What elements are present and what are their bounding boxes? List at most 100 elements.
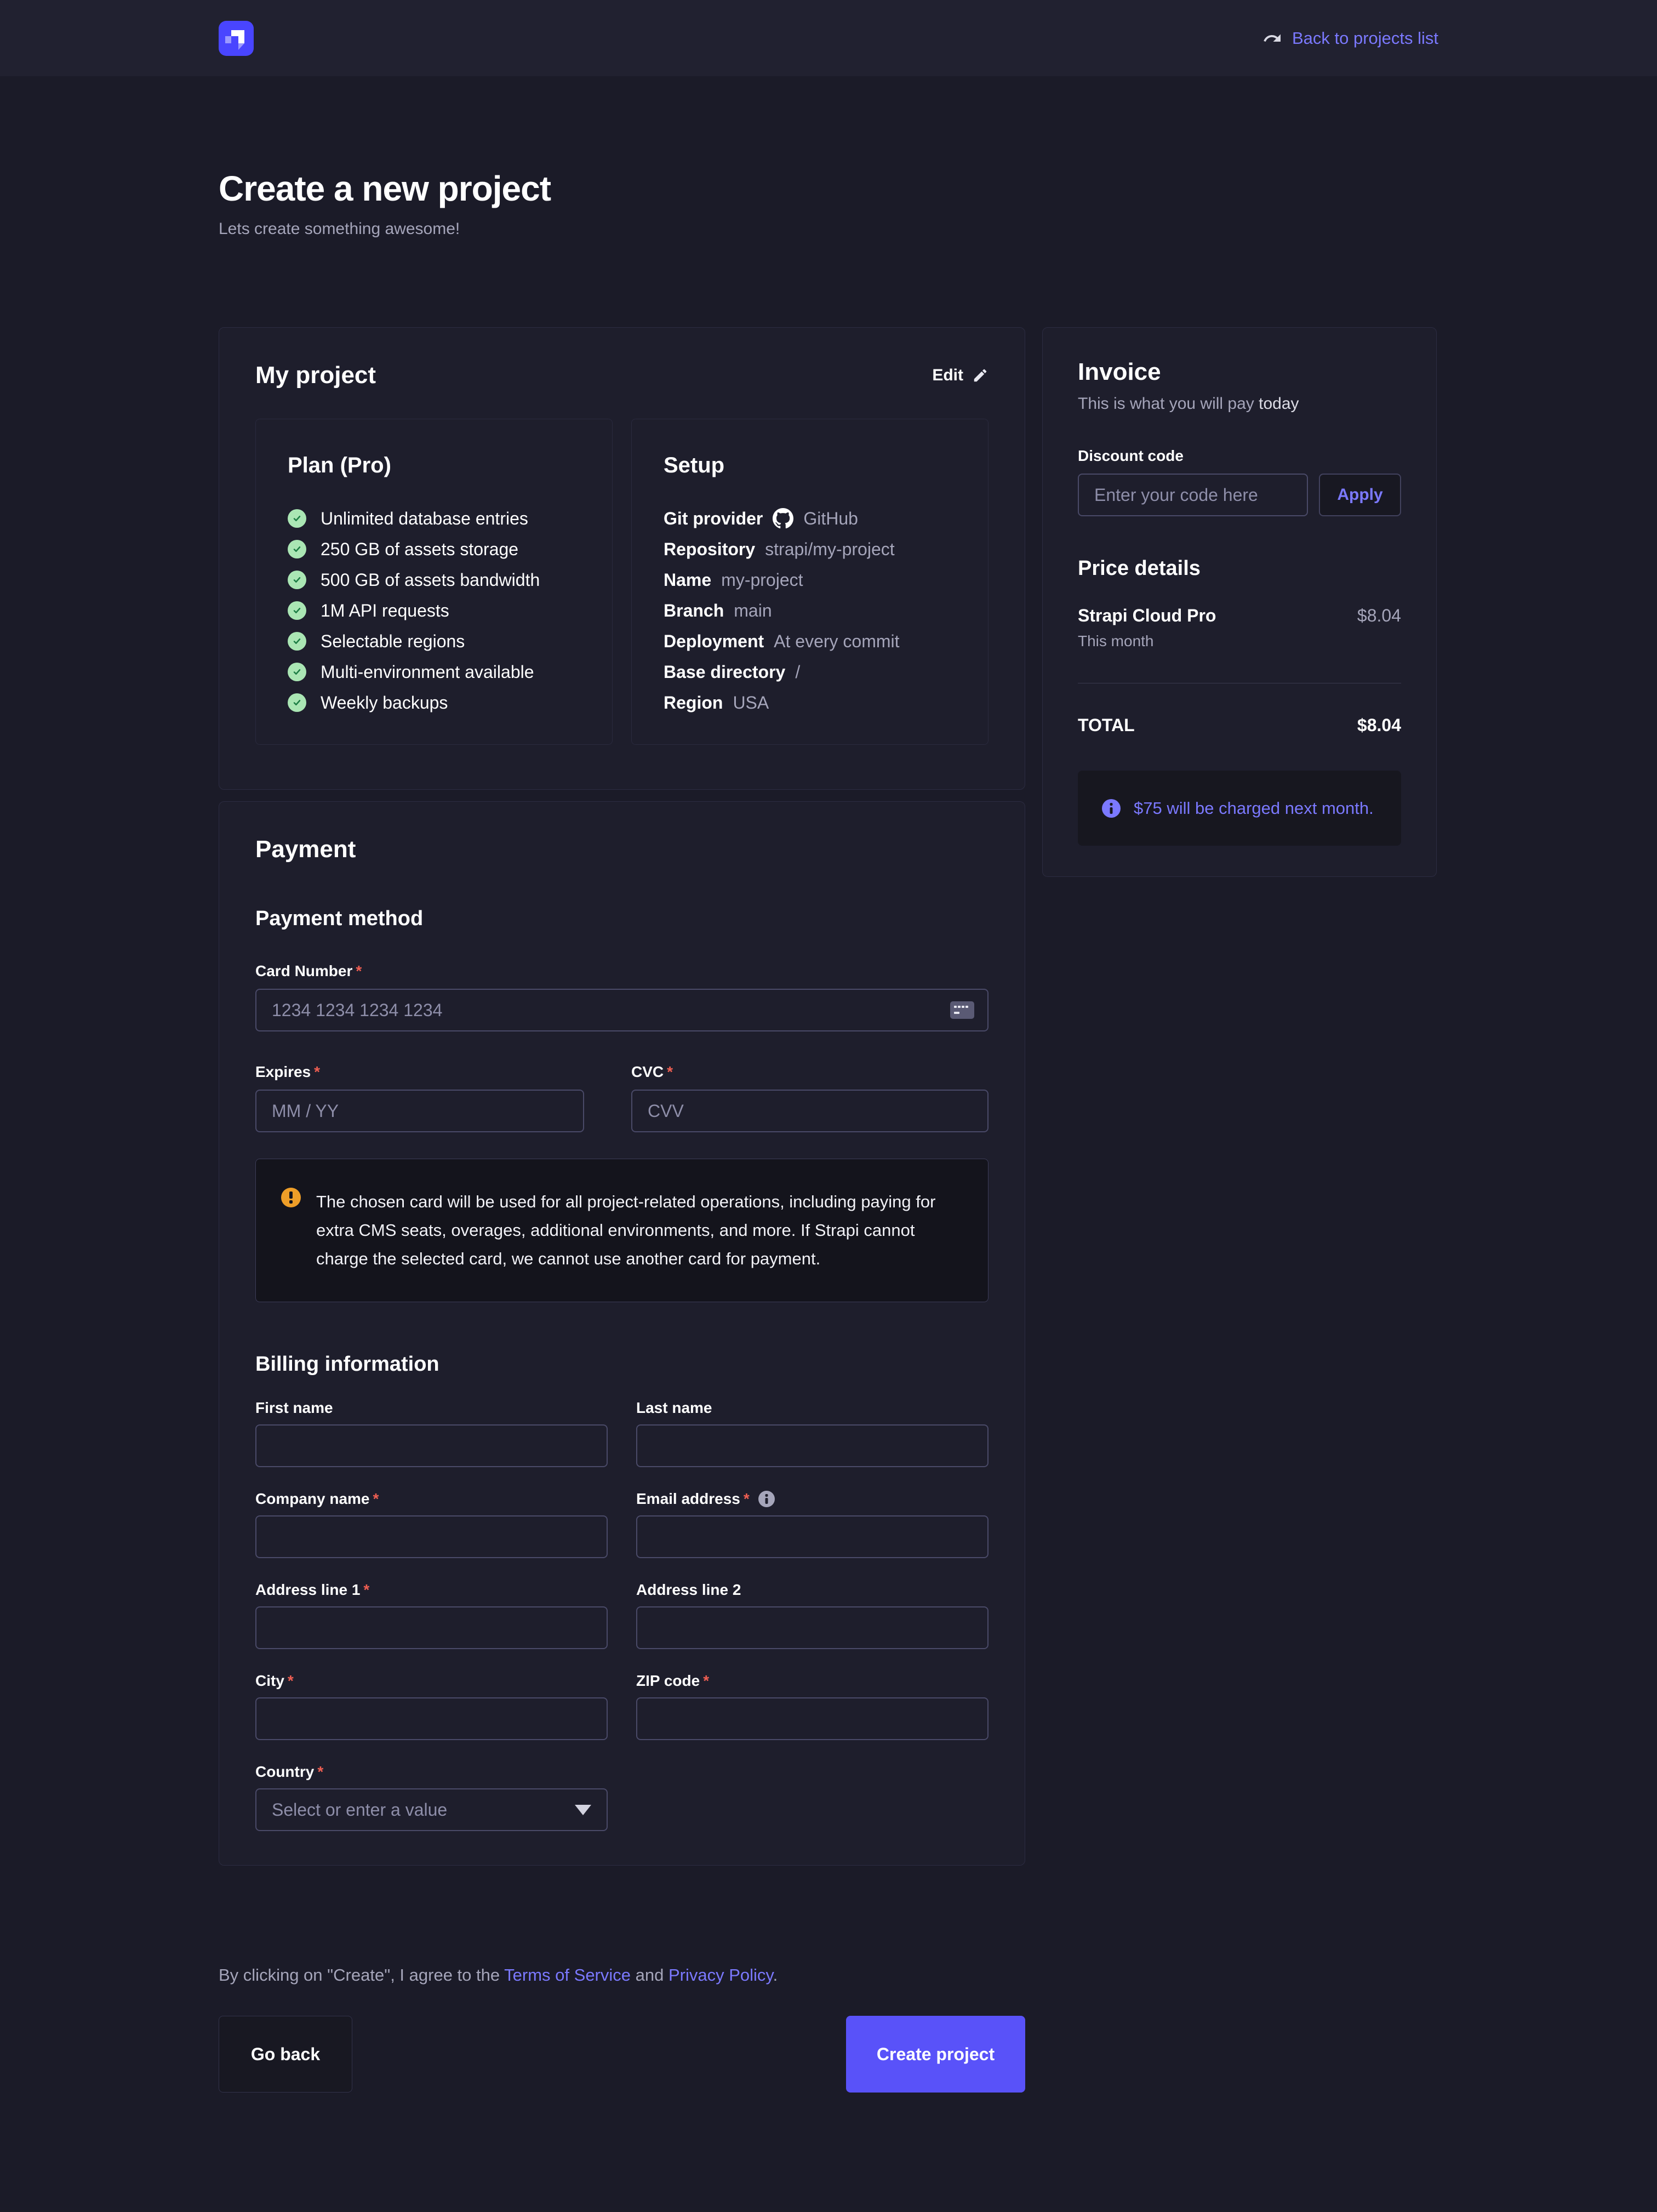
- country-label: Country*: [255, 1763, 608, 1781]
- setup-value: At every commit: [774, 631, 899, 652]
- plan-feature-label: Multi-environment available: [321, 662, 534, 682]
- billing-title: Billing information: [255, 1353, 989, 1376]
- privacy-policy-link[interactable]: Privacy Policy: [668, 1965, 773, 1985]
- back-to-projects-link[interactable]: Back to projects list: [1262, 28, 1438, 48]
- warning-text: The chosen card will be used for all pro…: [316, 1188, 963, 1273]
- required-asterisk: *: [317, 1763, 323, 1781]
- country-select[interactable]: Select or enter a value: [255, 1788, 608, 1831]
- setup-title: Setup: [664, 453, 956, 478]
- credit-card-icon: [950, 1001, 974, 1019]
- plan-box: Plan (Pro) Unlimited database entries 25…: [255, 419, 613, 745]
- price-item-name: Strapi Cloud Pro: [1078, 606, 1216, 626]
- my-project-card: My project Edit Plan (Pro): [219, 327, 1025, 790]
- setup-label: Region: [664, 693, 723, 713]
- required-asterisk: *: [363, 1581, 369, 1599]
- plan-feature-label: 1M API requests: [321, 601, 449, 621]
- setup-value: GitHub: [803, 509, 858, 529]
- check-icon: [288, 632, 306, 651]
- first-name-label: First name: [255, 1399, 608, 1417]
- cvc-label: CVC*: [631, 1063, 989, 1081]
- address-line1-label: Address line 1*: [255, 1581, 608, 1599]
- total-label: TOTAL: [1078, 715, 1135, 736]
- required-asterisk: *: [667, 1063, 673, 1081]
- email-address-input[interactable]: [636, 1515, 989, 1558]
- required-asterisk: *: [373, 1490, 379, 1508]
- required-asterisk: *: [288, 1672, 294, 1690]
- payment-method-title: Payment method: [255, 907, 989, 931]
- plan-title: Plan (Pro): [288, 453, 580, 478]
- setup-row-branch: Branch main: [664, 595, 956, 626]
- plan-feature: 1M API requests: [288, 595, 580, 626]
- check-icon: [288, 693, 306, 712]
- go-back-button[interactable]: Go back: [219, 2016, 352, 2093]
- expires-input[interactable]: [255, 1090, 584, 1132]
- top-bar: Back to projects list: [0, 0, 1657, 76]
- next-month-note: $75 will be charged next month.: [1078, 771, 1401, 846]
- card-number-input[interactable]: [255, 989, 989, 1031]
- address-line2-input[interactable]: [636, 1606, 989, 1649]
- plan-feature: 250 GB of assets storage: [288, 534, 580, 565]
- invoice-subtitle: This is what you will pay today: [1078, 395, 1401, 413]
- edit-button[interactable]: Edit: [932, 366, 989, 385]
- setup-row-region: Region USA: [664, 687, 956, 718]
- plan-feature-label: Unlimited database entries: [321, 509, 528, 529]
- payment-title: Payment: [255, 836, 989, 863]
- strapi-logo[interactable]: [219, 21, 254, 56]
- zip-code-label: ZIP code*: [636, 1672, 989, 1690]
- check-icon: [288, 663, 306, 681]
- last-name-label: Last name: [636, 1399, 989, 1417]
- warning-icon: [281, 1188, 301, 1207]
- setup-label: Base directory: [664, 662, 785, 682]
- back-link-label: Back to projects list: [1292, 28, 1438, 48]
- invoice-title: Invoice: [1078, 358, 1401, 386]
- last-name-input[interactable]: [636, 1424, 989, 1467]
- email-info-icon[interactable]: [758, 1491, 775, 1507]
- invoice-card: Invoice This is what you will pay today …: [1042, 327, 1437, 877]
- plan-feature-label: 500 GB of assets bandwidth: [321, 570, 540, 590]
- price-item-period: This month: [1078, 632, 1216, 650]
- edit-label: Edit: [932, 366, 963, 385]
- setup-label: Repository: [664, 539, 755, 560]
- setup-row-base-directory: Base directory /: [664, 657, 956, 687]
- card-number-label: Card Number*: [255, 962, 989, 980]
- total-row: TOTAL $8.04: [1078, 715, 1401, 736]
- redo-arrow-icon: [1262, 28, 1282, 48]
- plan-feature: Multi-environment available: [288, 657, 580, 687]
- info-icon: [1102, 799, 1121, 818]
- company-name-label: Company name*: [255, 1490, 608, 1508]
- setup-row-git-provider: Git provider GitHub: [664, 503, 956, 534]
- price-details-title: Price details: [1078, 557, 1401, 580]
- page-subtitle: Lets create something awesome!: [219, 220, 1438, 238]
- check-icon: [288, 540, 306, 558]
- address-line1-input[interactable]: [255, 1606, 608, 1649]
- note-text: $75 will be charged next month.: [1134, 799, 1374, 818]
- required-asterisk: *: [356, 962, 362, 980]
- plan-feature: Weekly backups: [288, 687, 580, 718]
- price-item-amount: $8.04: [1357, 606, 1401, 650]
- plan-feature: Selectable regions: [288, 626, 580, 657]
- terms-of-service-link[interactable]: Terms of Service: [504, 1965, 631, 1985]
- setup-label: Deployment: [664, 631, 764, 652]
- setup-label: Git provider: [664, 509, 763, 529]
- check-icon: [288, 571, 306, 589]
- city-input[interactable]: [255, 1697, 608, 1740]
- create-project-button[interactable]: Create project: [846, 2016, 1025, 2093]
- price-line-item: Strapi Cloud Pro This month $8.04: [1078, 606, 1401, 650]
- check-icon: [288, 509, 306, 528]
- chevron-down-icon: [575, 1805, 591, 1815]
- plan-feature-label: 250 GB of assets storage: [321, 539, 518, 560]
- strapi-logo-icon: [219, 21, 254, 56]
- payment-card: Payment Payment method Card Number*: [219, 801, 1025, 1866]
- first-name-input[interactable]: [255, 1424, 608, 1467]
- discount-code-label: Discount code: [1078, 447, 1401, 465]
- page-title: Create a new project: [219, 168, 1438, 209]
- cvc-input[interactable]: [631, 1090, 989, 1132]
- plan-feature-label: Selectable regions: [321, 631, 465, 652]
- setup-value: USA: [733, 693, 769, 713]
- setup-value: strapi/my-project: [765, 539, 895, 560]
- discount-code-input[interactable]: [1078, 474, 1308, 516]
- apply-button[interactable]: Apply: [1319, 474, 1401, 516]
- setup-box: Setup Git provider GitHub Repository: [631, 419, 989, 745]
- zip-code-input[interactable]: [636, 1697, 989, 1740]
- company-name-input[interactable]: [255, 1515, 608, 1558]
